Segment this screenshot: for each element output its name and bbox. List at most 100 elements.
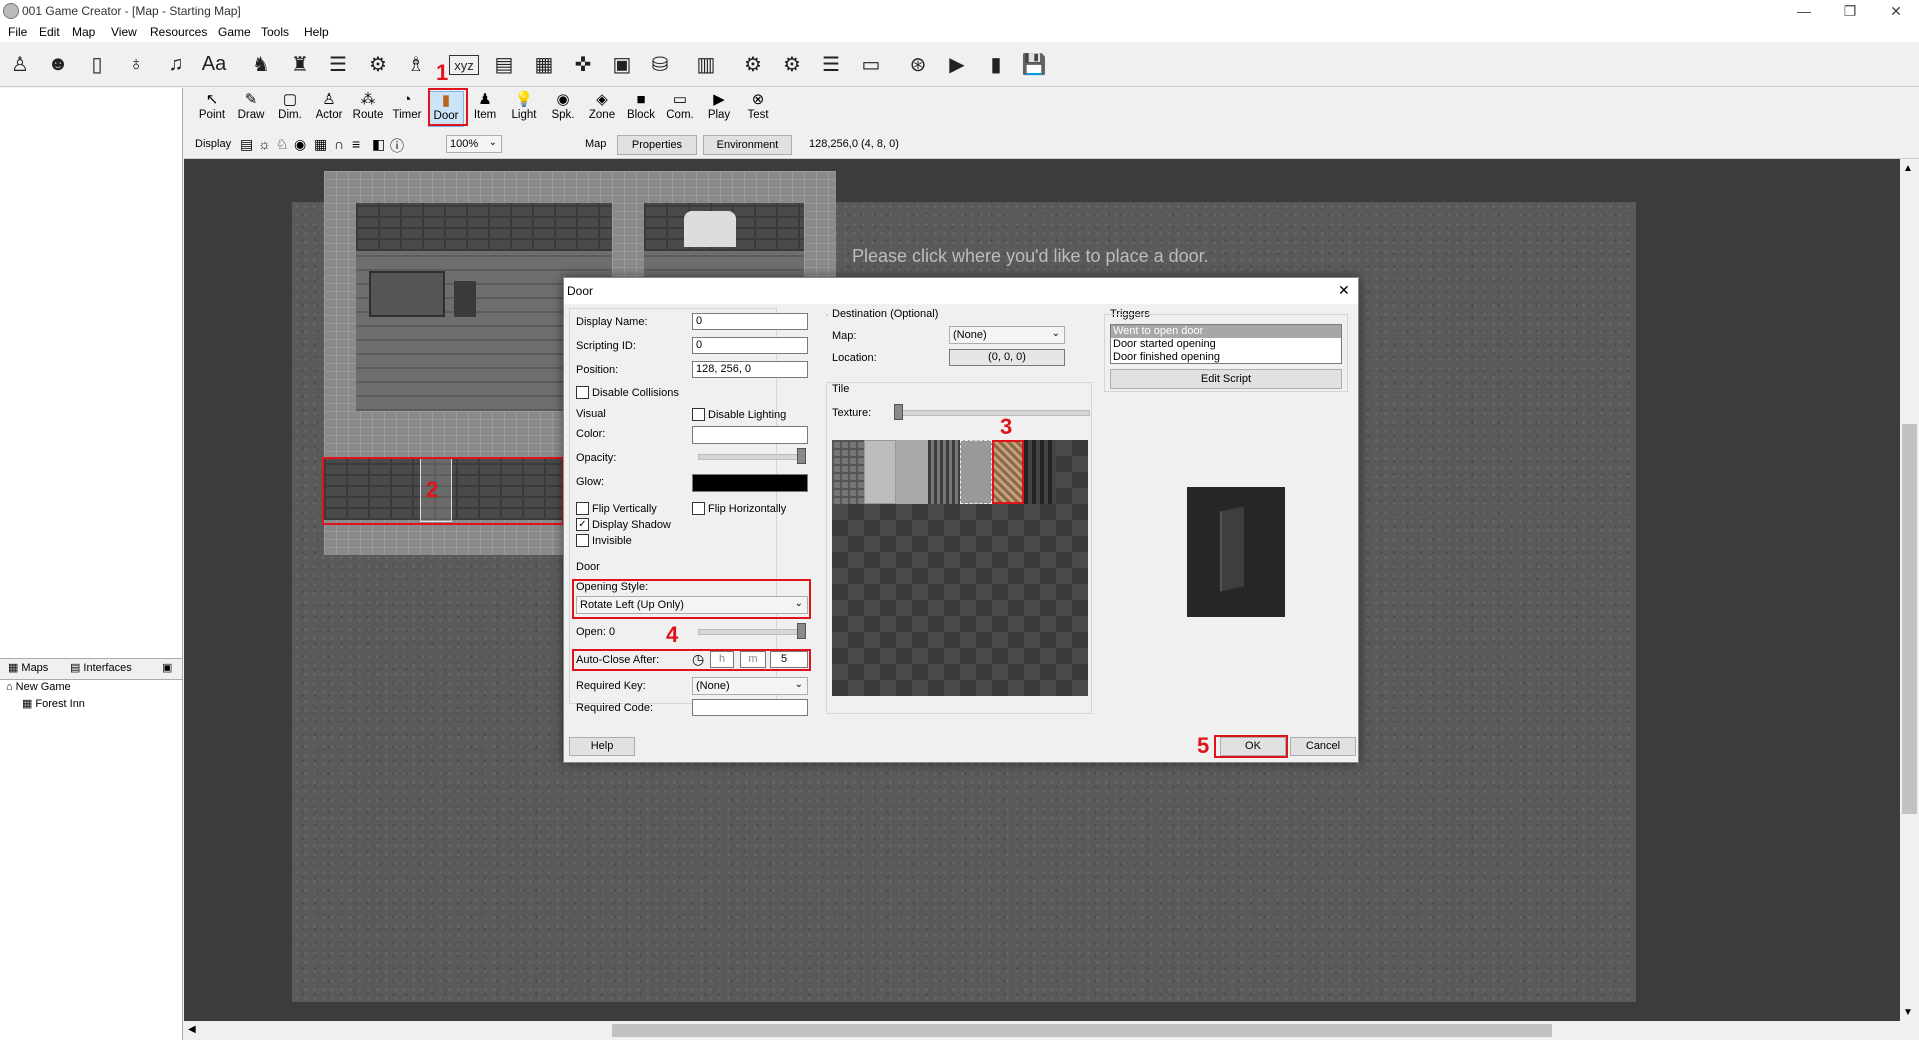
destination-map-select[interactable]: (None) ⌄ — [949, 326, 1065, 344]
advanced-settings-icon[interactable]: ⚙ — [778, 50, 806, 78]
tool-comment[interactable]: ▭ Com. — [662, 91, 698, 127]
help-button[interactable]: Help — [569, 737, 635, 756]
gear-box-icon[interactable]: ⚙ — [364, 50, 392, 78]
group-icon[interactable]: ♞ — [247, 50, 275, 78]
item-bag-icon[interactable]: ♁ — [122, 50, 150, 78]
tile-dark-bars[interactable] — [1024, 440, 1056, 504]
tile-door-handle[interactable] — [896, 440, 928, 504]
close-icon[interactable]: ✕ — [1338, 282, 1350, 299]
trigger-item[interactable]: Door finished opening — [1111, 351, 1341, 364]
tool-block[interactable]: ■ Block — [623, 91, 659, 127]
list-icon[interactable]: ▦ — [530, 50, 558, 78]
tool-zone[interactable]: ◈ Zone — [584, 91, 620, 127]
tool-actor[interactable]: ♙ Actor — [311, 91, 347, 127]
film-icon[interactable]: ▤ — [240, 136, 253, 153]
scroll-up-icon[interactable]: ▲ — [1903, 163, 1913, 174]
tool-speaker[interactable]: ◉ Spk. — [545, 91, 581, 127]
gamepad-icon[interactable]: ✜ — [569, 50, 597, 78]
horizontal-scroll-thumb[interactable] — [612, 1024, 1552, 1037]
font-icon[interactable]: Aa — [200, 50, 228, 78]
location-field[interactable]: (0, 0, 0) — [949, 349, 1065, 366]
script-icon[interactable]: ▥ — [692, 50, 720, 78]
menu-view[interactable]: View — [111, 25, 137, 39]
edit-script-button[interactable]: Edit Script — [1110, 369, 1342, 389]
disable-lighting-checkbox[interactable]: Disable Lighting — [692, 408, 786, 421]
door-toggle-icon[interactable]: ∩ — [334, 136, 344, 152]
menu-file[interactable]: File — [8, 25, 27, 39]
restore-button[interactable]: ❐ — [1827, 0, 1873, 22]
lightbulb-toggle-icon[interactable]: ☼ — [258, 136, 271, 152]
block-toggle-icon[interactable]: ◧ — [372, 136, 385, 153]
dialog-icon[interactable]: ▤ — [490, 50, 518, 78]
tool-dim[interactable]: ▢ Dim. — [272, 91, 308, 127]
display-name-field[interactable]: 0 — [692, 313, 808, 330]
music-icon[interactable]: ♫ — [162, 50, 190, 78]
environment-button[interactable]: Environment — [703, 135, 792, 155]
scripting-id-field[interactable]: 0 — [692, 337, 808, 354]
texture-slider[interactable] — [894, 410, 1090, 416]
layers-toggle-icon[interactable]: ≡ — [352, 136, 360, 152]
tab-maps[interactable]: ▦ Maps — [8, 661, 48, 675]
document-icon[interactable]: ☰ — [817, 50, 845, 78]
door-icon[interactable]: ▯ — [83, 50, 111, 78]
tool-play[interactable]: ▶ Play — [701, 91, 737, 127]
media-icon[interactable]: ▮ — [982, 50, 1010, 78]
variables-icon[interactable]: xyz — [449, 55, 479, 75]
properties-button[interactable]: Properties — [617, 135, 697, 155]
tile-dotted[interactable] — [960, 440, 992, 504]
triggers-list[interactable]: Went to open door Door started opening D… — [1110, 324, 1342, 364]
tile-window[interactable] — [832, 440, 864, 504]
database-icon[interactable]: ⛁ — [646, 50, 674, 78]
flip-horizontally-checkbox[interactable]: Flip Horizontally — [692, 502, 786, 515]
trigger-item[interactable]: Door started opening — [1111, 338, 1341, 351]
tool-item[interactable]: ♟ Item — [467, 91, 503, 127]
disable-collisions-checkbox[interactable]: Disable Collisions — [576, 386, 679, 399]
zoom-select[interactable]: 100% ⌄ — [446, 135, 502, 153]
info-toggle-icon[interactable]: ⓘ — [390, 136, 404, 156]
tool-test[interactable]: ⊗ Test — [740, 91, 776, 127]
flip-vertically-checkbox[interactable]: Flip Vertically — [576, 502, 657, 515]
opacity-slider-thumb[interactable] — [797, 448, 806, 464]
character-icon[interactable]: ☻ — [44, 50, 72, 78]
actor-toggle-icon[interactable]: ♘ — [276, 136, 289, 153]
window-icon[interactable]: ▣ — [608, 50, 636, 78]
tile-door-plain[interactable] — [864, 440, 896, 504]
menu-help[interactable]: Help — [304, 25, 329, 39]
globe-icon[interactable]: ⊛ — [904, 50, 932, 78]
tool-light[interactable]: 💡 Light — [506, 91, 542, 127]
menu-map[interactable]: Map — [72, 25, 95, 39]
tool-point[interactable]: ↖ Point — [194, 91, 230, 127]
tool-draw[interactable]: ✎ Draw — [233, 91, 269, 127]
table-icon[interactable]: ☰ — [324, 50, 352, 78]
close-window-button[interactable]: ✕ — [1873, 0, 1919, 22]
menu-edit[interactable]: Edit — [39, 25, 60, 39]
menu-game[interactable]: Game — [218, 25, 251, 39]
tool-route[interactable]: ⁂ Route — [350, 91, 386, 127]
tree-item-new-game[interactable]: ⌂ New Game — [6, 681, 71, 693]
open-slider-thumb[interactable] — [797, 623, 806, 639]
minimize-button[interactable]: — — [1781, 0, 1827, 22]
vertical-scroll-thumb[interactable] — [1902, 424, 1917, 814]
tile-palette[interactable] — [832, 440, 1088, 696]
trigger-item-selected[interactable]: Went to open door — [1111, 325, 1341, 338]
required-key-select[interactable]: (None) ⌄ — [692, 677, 808, 695]
scroll-down-icon[interactable]: ▼ — [1903, 1007, 1913, 1018]
save-icon[interactable]: 💾 — [1020, 50, 1048, 78]
position-field[interactable]: 128, 256, 0 — [692, 361, 808, 378]
tab-interfaces[interactable]: ▤ Interfaces — [70, 661, 132, 675]
settings-icon[interactable]: ⚙ — [739, 50, 767, 78]
required-code-field[interactable] — [692, 699, 808, 716]
actor-icon[interactable]: ♙ — [6, 50, 34, 78]
person-icon[interactable]: ♜ — [286, 50, 314, 78]
play-video-icon[interactable]: ▶ — [943, 50, 971, 78]
glow-swatch[interactable] — [692, 474, 808, 492]
party-icon[interactable]: ♗ — [402, 50, 430, 78]
input-icon[interactable]: ▭ — [857, 50, 885, 78]
vertical-scrollbar[interactable]: ▲ ▼ — [1900, 159, 1919, 1021]
cancel-button[interactable]: Cancel — [1290, 737, 1356, 756]
menu-resources[interactable]: Resources — [150, 25, 207, 39]
new-tab-icon[interactable]: ▣ — [162, 661, 172, 674]
tool-timer[interactable]: ◔ Timer — [389, 91, 425, 127]
tile-bars[interactable] — [928, 440, 960, 504]
scroll-left-icon[interactable]: ◀ — [188, 1024, 196, 1035]
